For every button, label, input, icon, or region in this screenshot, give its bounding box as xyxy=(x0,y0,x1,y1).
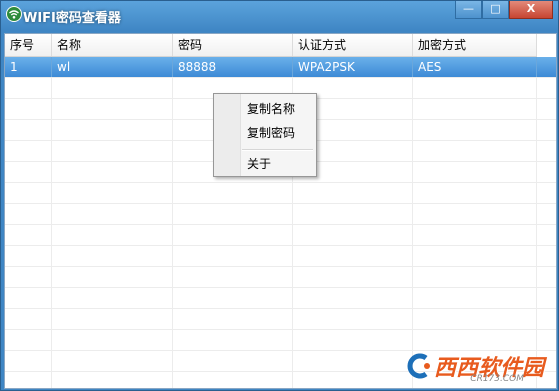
empty-row xyxy=(5,246,556,267)
column-header-name[interactable]: 名称 xyxy=(52,34,173,56)
table-row[interactable]: 1 wl 88888 WPA2PSK AES xyxy=(5,57,556,78)
column-header-index[interactable]: 序号 xyxy=(5,34,52,56)
minimize-button[interactable]: — xyxy=(455,1,482,19)
wifi-list-view[interactable]: 序号 名称 密码 认证方式 加密方式 1 wl 88888 WPA2PSK AE… xyxy=(4,33,557,389)
menu-item-copy-name[interactable]: 复制名称 xyxy=(247,100,295,117)
empty-row xyxy=(5,204,556,225)
menu-item-copy-password[interactable]: 复制密码 xyxy=(247,124,295,141)
wifi-icon xyxy=(6,6,22,22)
maximize-button[interactable]: □ xyxy=(482,1,509,19)
cr173-logo-icon xyxy=(407,353,430,379)
menu-separator xyxy=(242,149,313,151)
empty-row xyxy=(5,330,556,351)
watermark-sub: CR173.COM xyxy=(470,374,524,384)
cell-name: wl xyxy=(52,57,173,77)
title-bar[interactable]: WIFI密码查看器 — □ X xyxy=(1,1,558,31)
column-header-auth[interactable]: 认证方式 xyxy=(293,34,413,56)
menu-item-about[interactable]: 关于 xyxy=(247,155,271,172)
close-button[interactable]: X xyxy=(509,1,553,19)
context-menu: 复制名称 复制密码 关于 xyxy=(213,93,317,177)
main-window: WIFI密码查看器 — □ X 序号 名称 密码 认证方式 加密方式 1 wl … xyxy=(0,0,559,391)
window-title: WIFI密码查看器 xyxy=(23,11,121,26)
empty-row xyxy=(5,267,556,288)
table-header: 序号 名称 密码 认证方式 加密方式 xyxy=(5,34,537,57)
watermark: 西西软件园 CR173.COM xyxy=(404,350,544,384)
menu-icon-gutter xyxy=(214,94,241,176)
empty-row xyxy=(5,225,556,246)
cell-index: 1 xyxy=(5,57,52,77)
empty-row xyxy=(5,288,556,309)
column-header-encryption[interactable]: 加密方式 xyxy=(413,34,537,56)
cell-auth: WPA2PSK xyxy=(293,57,413,77)
empty-row xyxy=(5,183,556,204)
empty-row xyxy=(5,309,556,330)
cell-encryption: AES xyxy=(413,57,537,77)
cell-password: 88888 xyxy=(173,57,293,77)
column-header-password[interactable]: 密码 xyxy=(173,34,293,56)
